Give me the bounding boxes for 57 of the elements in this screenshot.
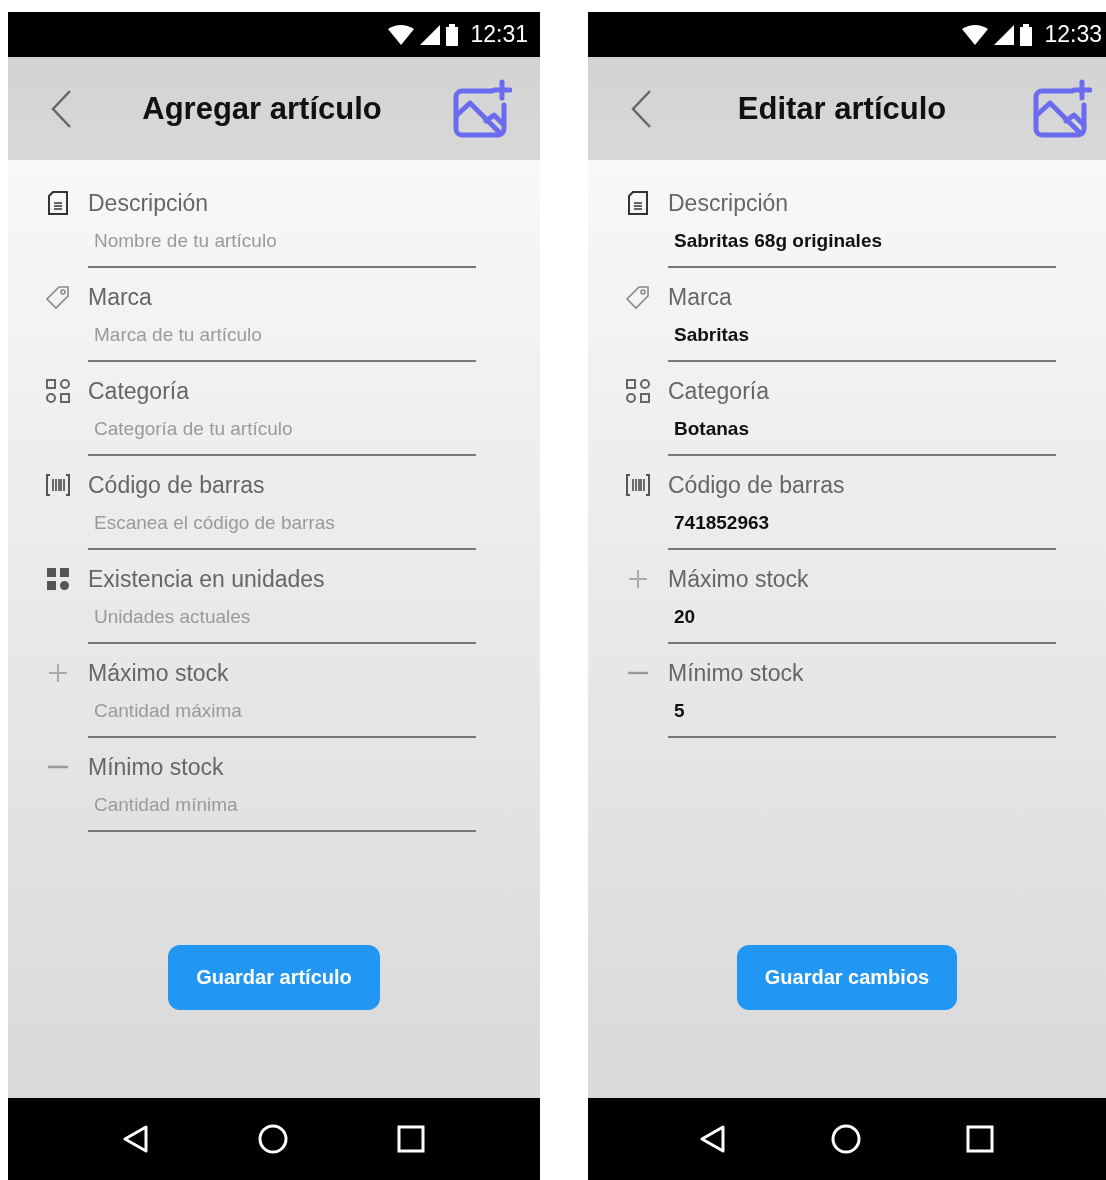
text-field[interactable]: Botanas	[668, 410, 1056, 456]
add-image-icon[interactable]	[1032, 78, 1092, 139]
field-label: Máximo stock	[668, 565, 809, 594]
home-icon[interactable]	[831, 1124, 861, 1154]
recents-icon[interactable]	[965, 1125, 994, 1153]
field-label: Descripción	[88, 189, 209, 218]
status-time: 12:33	[1044, 21, 1102, 48]
field-label: Descripción	[668, 189, 789, 218]
text-field[interactable]: Cantidad mínima	[88, 786, 476, 832]
field-label: Marca	[88, 283, 152, 312]
field-label: Código de barras	[88, 471, 265, 500]
text-field[interactable]: Nombre de tu artículo	[88, 222, 476, 268]
text-field[interactable]: Cantidad máxima	[88, 692, 476, 738]
field-label: Mínimo stock	[88, 753, 224, 782]
text-field[interactable]: Sabritas	[668, 316, 1056, 362]
back-icon[interactable]	[50, 88, 72, 129]
wifi-icon	[388, 24, 415, 45]
signal-icon	[420, 24, 441, 45]
text-field[interactable]: Categoría de tu artículo	[88, 410, 476, 456]
text-field[interactable]: Escanea el código de barras	[88, 504, 476, 550]
field-label: Marca	[668, 283, 732, 312]
home-icon[interactable]	[258, 1124, 288, 1154]
text-field[interactable]: 20	[668, 598, 1056, 644]
text-field[interactable]: Unidades actuales	[88, 598, 476, 644]
field-label: Categoría	[668, 377, 769, 406]
document-icon	[45, 190, 71, 216]
barcode-icon	[45, 472, 71, 498]
signal-icon	[994, 24, 1015, 45]
field-label: Existencia en unidades	[88, 565, 325, 594]
wifi-icon	[962, 24, 989, 45]
document-icon	[625, 190, 651, 216]
add-image-icon[interactable]	[452, 78, 512, 139]
text-field[interactable]: 741852963	[668, 504, 1056, 550]
screen-title: Agregar artículo	[141, 90, 383, 127]
blocks-icon	[45, 566, 71, 592]
barcode-icon	[625, 472, 651, 498]
minus-icon	[625, 671, 651, 675]
text-field[interactable]: Sabritas 68g originales	[668, 222, 1056, 268]
status-time: 12:31	[470, 21, 528, 48]
battery-icon	[446, 23, 459, 46]
battery-icon	[1020, 23, 1033, 46]
back-icon[interactable]	[630, 88, 652, 129]
tag-icon	[45, 284, 71, 310]
back-nav-icon[interactable]	[122, 1125, 149, 1153]
text-field[interactable]: Marca de tu artículo	[88, 316, 476, 362]
tag-icon	[625, 284, 651, 310]
field-label: Código de barras	[668, 471, 845, 500]
text-field[interactable]: 5	[668, 692, 1056, 738]
grid-icon	[45, 378, 71, 404]
field-label: Mínimo stock	[668, 659, 804, 688]
field-label: Categoría	[88, 377, 189, 406]
back-nav-icon[interactable]	[700, 1125, 727, 1153]
grid-icon	[625, 378, 651, 404]
minus-icon	[45, 765, 71, 769]
recents-icon[interactable]	[397, 1125, 426, 1153]
screen-title: Editar artículo	[736, 90, 948, 127]
field-label: Máximo stock	[88, 659, 229, 688]
